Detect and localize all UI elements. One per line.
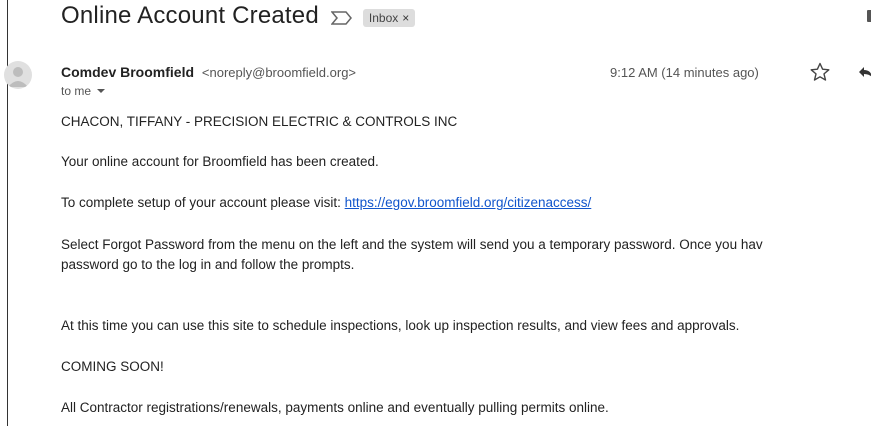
inbox-label-chip[interactable]: Inbox × — [362, 9, 416, 27]
body-line-recipient: CHACON, TIFFANY - PRECISION ELECTRIC & C… — [61, 114, 458, 129]
inbox-label-text: Inbox — [368, 11, 399, 25]
sender-line: Comdev Broomfield <noreply@broomfield.or… — [61, 64, 356, 80]
recipient-details[interactable]: to me — [61, 84, 106, 98]
setup-text: To complete setup of your account please… — [61, 195, 345, 210]
remove-label-icon[interactable]: × — [402, 11, 409, 25]
citizen-access-link[interactable]: https://egov.broomfield.org/citizenacces… — [345, 195, 592, 210]
chevron-down-icon[interactable] — [97, 89, 106, 93]
email-subject: Online Account Created — [61, 2, 319, 29]
important-marker-icon[interactable] — [330, 11, 353, 25]
body-line-setup: To complete setup of your account please… — [61, 195, 591, 210]
person-icon — [8, 67, 28, 87]
print-icon[interactable] — [867, 10, 871, 22]
body-line-coming-soon: COMING SOON! — [61, 359, 164, 374]
reply-icon[interactable] — [858, 66, 871, 78]
body-line-site-uses: At this time you can use this site to sc… — [61, 318, 740, 333]
recipient-text: to me — [61, 84, 92, 98]
body-line-created: Your online account for Broomfield has b… — [61, 154, 379, 169]
subject-row: Online Account Created Inbox × — [61, 0, 416, 36]
email-timestamp: 9:12 AM (14 minutes ago) — [610, 65, 759, 80]
body-line-forgot-password-2: password go to the log in and follow the… — [61, 257, 355, 272]
window-left-border — [0, 0, 8, 426]
sender-name[interactable]: Comdev Broomfield — [61, 64, 194, 80]
sender-email: <noreply@broomfield.org> — [201, 65, 357, 80]
star-icon[interactable] — [810, 62, 830, 82]
body-line-contractor: All Contractor registrations/renewals, p… — [61, 400, 609, 415]
body-line-forgot-password-1: Select Forgot Password from the menu on … — [61, 237, 763, 252]
sender-avatar — [4, 61, 32, 89]
